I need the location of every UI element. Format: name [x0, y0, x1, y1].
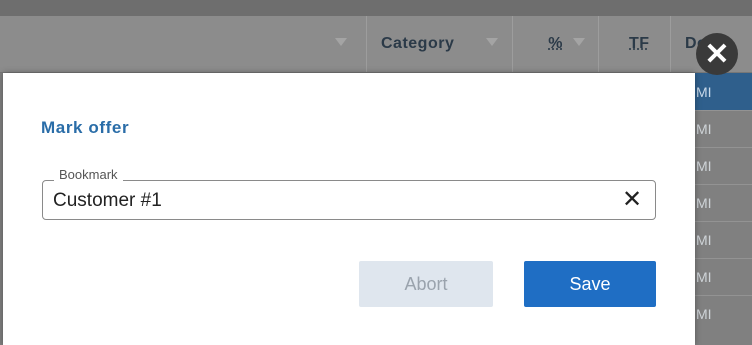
top-bar: [0, 0, 752, 16]
table-cell[interactable]: MI: [690, 110, 752, 147]
column-label: Category: [381, 35, 455, 52]
clear-icon[interactable]: ✕: [621, 188, 643, 212]
abort-button[interactable]: Abort: [359, 261, 493, 307]
table-cell[interactable]: MI: [690, 73, 752, 110]
close-icon[interactable]: ✕: [696, 33, 738, 75]
save-button[interactable]: Save: [524, 261, 656, 307]
bookmark-label: Bookmark: [54, 167, 123, 182]
filter-icon[interactable]: [335, 38, 347, 46]
column-header-percent[interactable]: %: [512, 16, 599, 72]
column-label: %: [548, 35, 563, 52]
table-cell[interactable]: MI: [690, 295, 752, 332]
bookmark-input[interactable]: [53, 189, 593, 213]
column-label: TF: [629, 35, 650, 52]
table-cell[interactable]: MI: [690, 184, 752, 221]
table-cell[interactable]: MI: [690, 258, 752, 295]
column-header-tf[interactable]: TF: [598, 16, 671, 72]
mark-offer-dialog: Mark offer ✕ Bookmark Abort Save: [3, 73, 695, 345]
table-header: Category % TF Desi...: [0, 16, 752, 73]
bookmark-field[interactable]: ✕: [42, 180, 656, 220]
dialog-title: Mark offer: [41, 118, 130, 137]
table-cell[interactable]: MI: [690, 147, 752, 184]
filter-icon[interactable]: [486, 38, 498, 46]
filter-icon[interactable]: [573, 38, 585, 46]
table-cell[interactable]: MI: [690, 221, 752, 258]
